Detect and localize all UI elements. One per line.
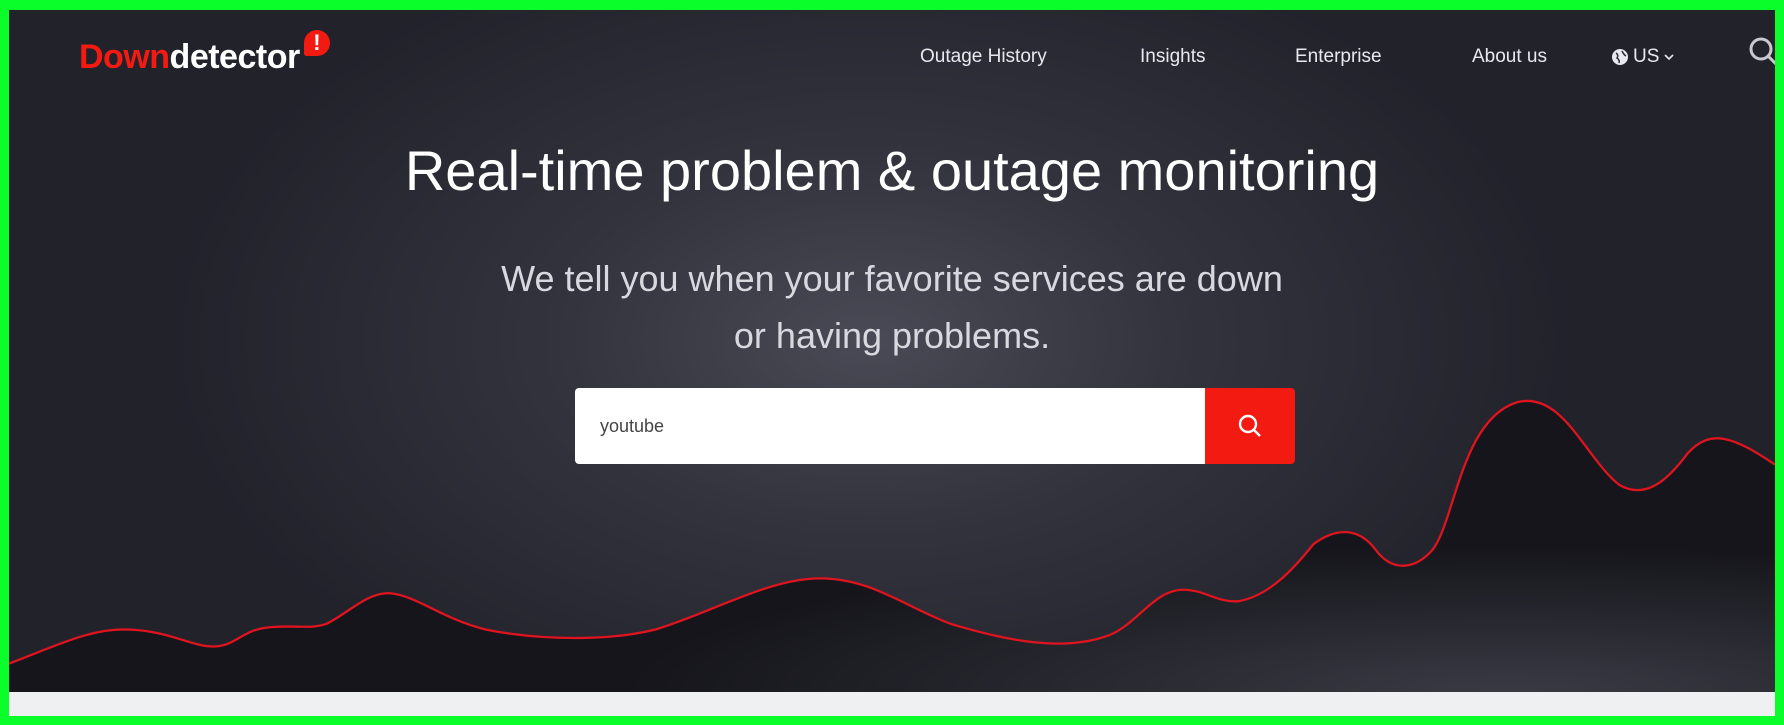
page-title: Real-time problem & outage monitoring [404,139,1380,202]
nav-enterprise[interactable]: Enterprise [1295,46,1382,68]
nav-about-us[interactable]: About us [1472,46,1547,68]
exclamation-icon: ! [303,30,330,56]
hero-section: Downdetector ! Outage History Insights E… [9,10,1775,692]
subtitle-line-2: or having problems. [733,315,1051,356]
downdetector-logo[interactable]: Downdetector ! [79,30,330,77]
nav-insights[interactable]: Insights [1140,46,1205,68]
globe-icon [1612,49,1628,65]
logo-text-detector: detector [169,38,301,76]
search-button[interactable] [1205,388,1295,464]
logo-text-down: Down [79,38,170,76]
search-icon[interactable] [1747,35,1775,69]
page: Downdetector ! Outage History Insights E… [9,10,1775,716]
region-label: US [1633,46,1660,67]
search-input[interactable] [575,388,1205,464]
subtitle-line-1: We tell you when your favorite services … [501,258,1283,299]
chevron-down-icon [1664,54,1674,61]
region-selector[interactable]: US [1611,46,1675,68]
search-icon [1238,414,1261,437]
hero-subtitle: We tell you when your favorite services … [9,250,1775,364]
nav-outage-history[interactable]: Outage History [920,46,1047,68]
